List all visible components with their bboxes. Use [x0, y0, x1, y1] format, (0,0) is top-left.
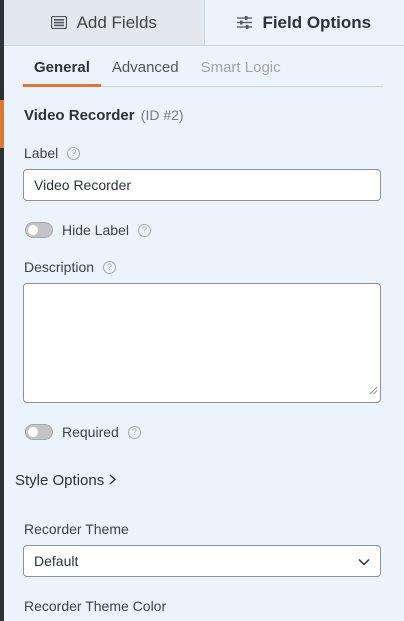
- label-heading-text: Label: [24, 145, 59, 161]
- tab-field-options[interactable]: Field Options: [204, 0, 404, 45]
- subtab-smart-logic[interactable]: Smart Logic: [190, 47, 292, 87]
- table-list-icon: [50, 16, 67, 29]
- description-heading: Description ?: [24, 259, 117, 275]
- help-icon[interactable]: ?: [127, 425, 141, 439]
- help-icon[interactable]: ?: [137, 223, 151, 237]
- tab-add-fields-label: Add Fields: [76, 12, 157, 32]
- chevron-down-icon: [358, 553, 370, 569]
- recorder-theme-color-label: Recorder Theme Color: [24, 598, 167, 614]
- chevron-right-icon: [109, 472, 117, 489]
- required-text: Required: [62, 424, 119, 440]
- sliders-icon: [237, 16, 253, 29]
- hide-label-toggle[interactable]: [25, 222, 53, 238]
- hide-label-text: Hide Label: [62, 222, 129, 238]
- recorder-theme-value: Default: [34, 553, 79, 569]
- required-heading: Required ?: [62, 424, 141, 440]
- help-icon[interactable]: ?: [103, 260, 117, 274]
- recorder-theme-heading: Recorder Theme: [24, 521, 129, 537]
- style-options-label: Style Options: [15, 472, 105, 489]
- label-input[interactable]: [23, 169, 381, 201]
- left-edge-bar: [0, 0, 4, 621]
- help-icon[interactable]: ?: [67, 146, 81, 160]
- description-textarea[interactable]: [23, 283, 381, 403]
- hide-label-heading: Hide Label ?: [62, 222, 151, 238]
- resize-grip-icon[interactable]: [369, 382, 378, 400]
- description-heading-text: Description: [24, 259, 95, 275]
- field-name: Video Recorder: [24, 107, 135, 124]
- field-title: Video Recorder (ID #2): [24, 107, 184, 124]
- subtab-advanced[interactable]: Advanced: [101, 47, 190, 87]
- recorder-theme-select[interactable]: Default: [23, 545, 381, 577]
- panel-tabs: Add Fields Field Options: [4, 0, 404, 46]
- recorder-theme-color-heading: Recorder Theme Color: [24, 598, 166, 614]
- active-indicator: [0, 100, 4, 148]
- sub-tabs: General Advanced Smart Logic: [23, 47, 383, 87]
- style-options-toggle[interactable]: Style Options: [15, 472, 117, 489]
- label-heading: Label ?: [24, 145, 81, 161]
- required-toggle[interactable]: [25, 424, 53, 440]
- tab-field-options-label: Field Options: [262, 12, 372, 32]
- recorder-theme-label: Recorder Theme: [24, 521, 129, 537]
- field-id: (ID #2): [140, 107, 184, 123]
- subtab-general[interactable]: General: [23, 47, 101, 87]
- tab-add-fields[interactable]: Add Fields: [4, 0, 205, 45]
